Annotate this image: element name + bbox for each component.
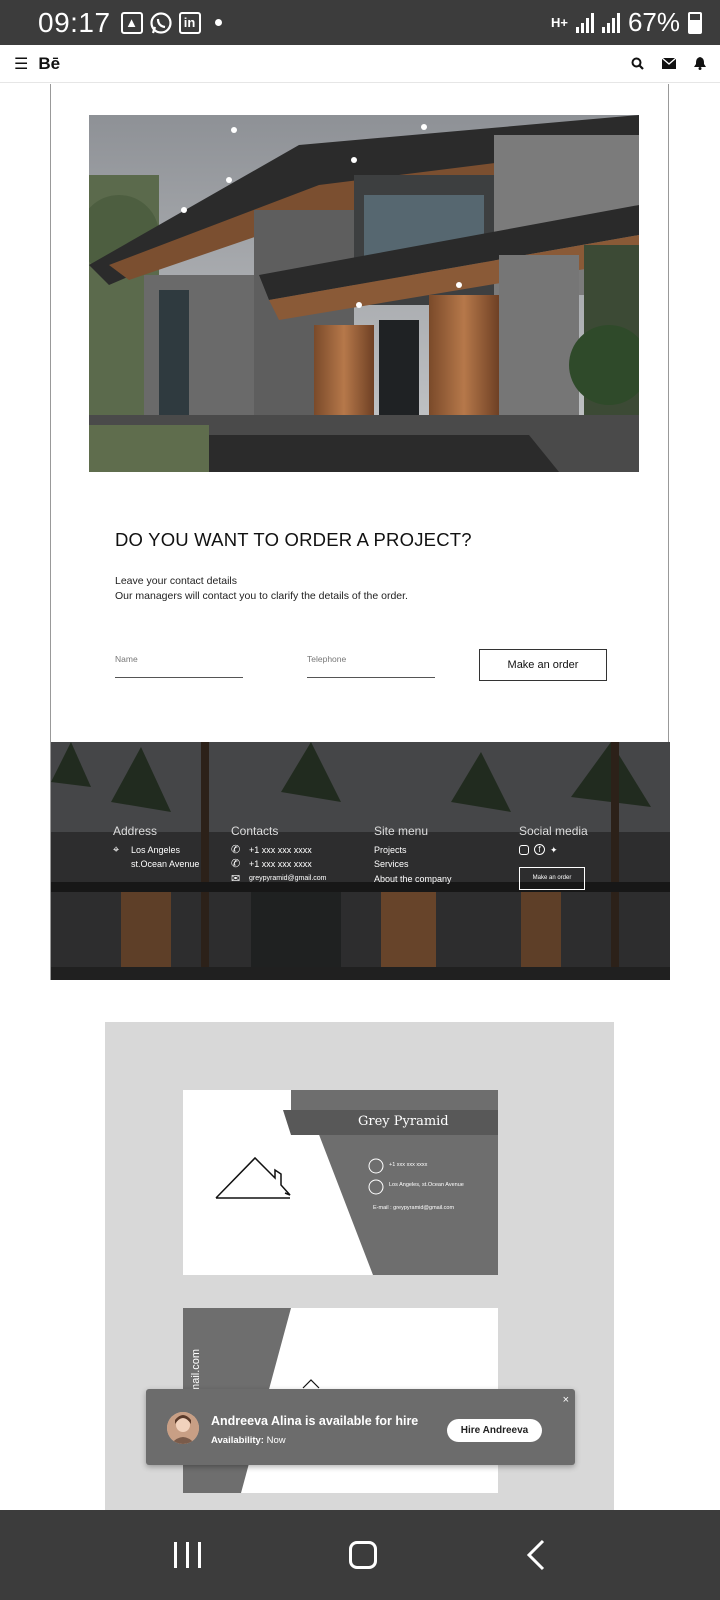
availability-value: Now: [266, 1435, 286, 1446]
footer-address-line1: Los Angeles: [131, 844, 181, 855]
recent-apps-button[interactable]: [174, 1542, 202, 1568]
close-icon[interactable]: ×: [563, 1394, 569, 1406]
footer-phone-1: +1 xxx xxx xxxx: [249, 844, 312, 855]
footer-site-menu: Site menu Projects Services About the co…: [374, 824, 452, 886]
footer-phone-2: +1 xxx xxx xxxx: [249, 859, 312, 869]
hamburger-menu-icon[interactable]: ☰: [14, 54, 28, 74]
footer-address-title: Address: [113, 824, 158, 838]
footer-menu-item: Services: [374, 859, 409, 869]
instagram-icon: [519, 844, 529, 855]
footer-menu-item: About the company: [374, 873, 452, 884]
avatar: [167, 1412, 199, 1444]
status-bar: 09:17 ▲ in H+ 67%: [0, 0, 720, 45]
footer-address: Address ⌖ Los Angeles st.Ocean Avenue: [113, 824, 199, 872]
battery-icon: [688, 11, 702, 34]
behance-logo[interactable]: Bē: [38, 54, 60, 74]
location-pin-icon: ⌖: [113, 843, 120, 856]
order-title: DO YOU WANT TO ORDER A PROJECT?: [115, 529, 472, 550]
signal-icon-2: [601, 12, 620, 33]
project-page-mockup: DO YOU WANT TO ORDER A PROJECT? Leave yo…: [50, 84, 670, 980]
status-right: H+ 67%: [551, 7, 702, 38]
company-name: Grey Pyramid: [358, 1114, 449, 1129]
footer-order-button: Make an order: [519, 867, 585, 890]
battery-percent: 67%: [627, 7, 680, 37]
name-field: Name: [115, 654, 243, 678]
business-card-front: Grey Pyramid +1 xxx xxx xxxx Los Angeles…: [183, 1090, 498, 1275]
house-logo-icon: [215, 1156, 291, 1199]
network-type-icon: H+: [550, 15, 568, 30]
whatsapp-icon: [149, 11, 172, 34]
order-line-1: Leave your contact details: [115, 575, 237, 587]
facebook-icon: f: [534, 844, 545, 856]
phone-icon: ✆: [231, 843, 241, 856]
house-hero-image: [89, 115, 639, 472]
app-bar: ☰ Bē: [0, 45, 720, 83]
footer-social: Social media f ✦ Make an order: [519, 824, 588, 890]
footer-mockup: Address ⌖ Los Angeles st.Ocean Avenue Con…: [51, 742, 670, 980]
order-line-2: Our managers will contact you to clarify…: [115, 590, 408, 602]
footer-contacts-title: Contacts: [231, 824, 279, 838]
search-icon[interactable]: [631, 57, 644, 70]
card-address: Los Angeles, st.Ocean Avenue: [389, 1182, 464, 1188]
availability: Availability: Now: [211, 1435, 286, 1446]
back-button[interactable]: [526, 1539, 546, 1571]
system-nav-bar: [0, 1510, 720, 1600]
linkedin-icon: in: [178, 11, 201, 34]
footer-email: greypyramid@gmail.com: [249, 874, 327, 882]
twitter-icon: ✦: [550, 844, 558, 855]
telephone-field: Telephone: [307, 654, 435, 678]
mail-icon[interactable]: [662, 58, 676, 69]
card-phone: +1 xxx xxx xxxx: [389, 1162, 428, 1168]
chevron-left-icon: [526, 1539, 544, 1571]
phone-icon: ✆: [231, 858, 241, 870]
more-notifications-icon: [214, 19, 222, 26]
availability-label: Availability:: [211, 1435, 264, 1446]
footer-contacts: Contacts ✆ +1 xxx xxx xxxx ✆ +1 xxx xxx xx…: [231, 824, 327, 886]
notification-icons: ▲ in: [120, 11, 222, 35]
order-description: Leave your contact details Our managers …: [115, 574, 408, 604]
status-time: 09:17: [38, 6, 111, 38]
make-order-button: Make an order: [479, 649, 607, 681]
footer-menu-item: Projects: [374, 844, 407, 855]
mail-icon: ✉: [231, 872, 241, 885]
bell-icon[interactable]: [694, 57, 706, 70]
footer-address-line2: st.Ocean Avenue: [131, 859, 200, 869]
signal-icon: [575, 12, 594, 33]
home-button[interactable]: [349, 1541, 378, 1569]
project-content[interactable]: DO YOU WANT TO ORDER A PROJECT? Leave yo…: [0, 84, 720, 1510]
card-email: E-mail : greypyramid@gmail.com: [373, 1205, 455, 1211]
footer-social-title: Social media: [519, 824, 588, 838]
hire-button[interactable]: Hire Andreeva: [447, 1419, 542, 1442]
gallery-icon: ▲: [120, 11, 143, 34]
footer-menu-title: Site menu: [374, 824, 429, 838]
hire-title: Andreeva Alina is available for hire: [211, 1414, 419, 1428]
hire-popup: × Andreeva Alina is available for hire A…: [146, 1389, 575, 1465]
